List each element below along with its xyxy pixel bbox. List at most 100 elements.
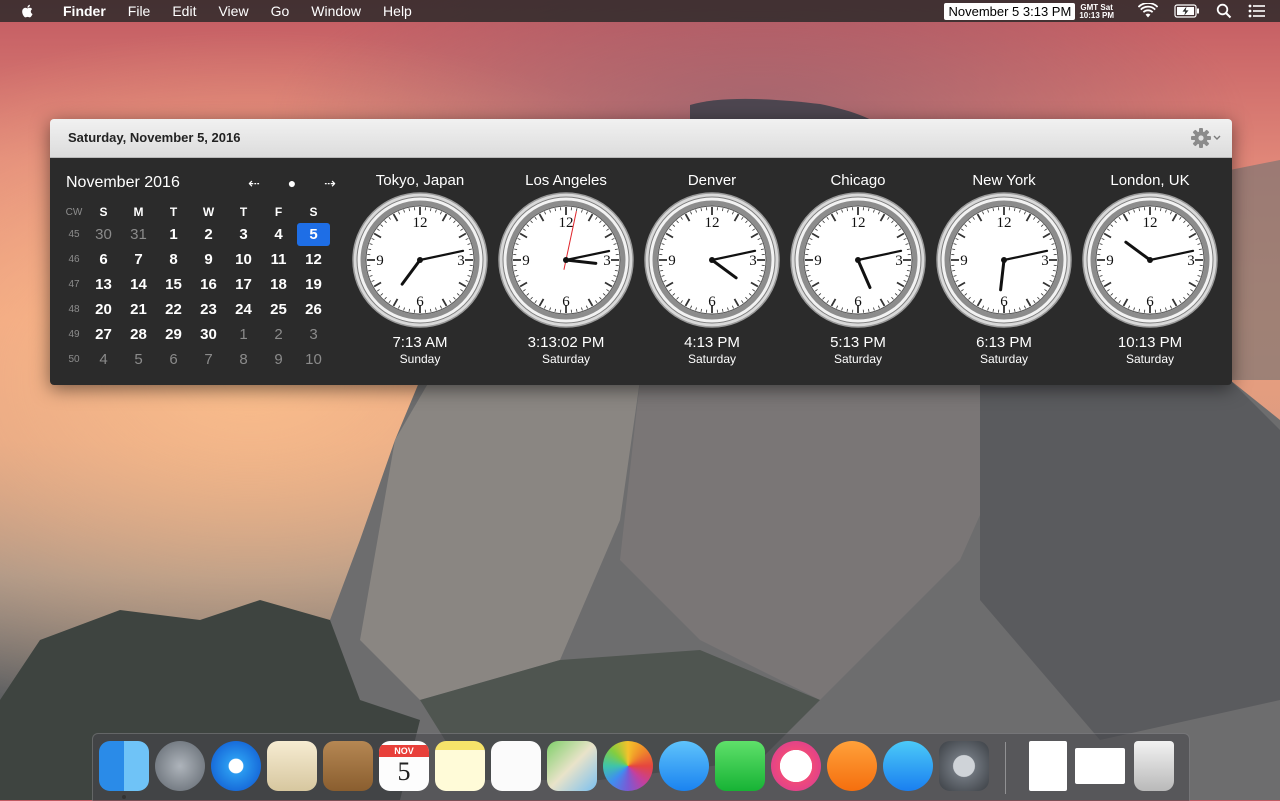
gmt-time: 10:13 PM — [1079, 12, 1114, 20]
clock-numeral: 3 — [895, 253, 903, 269]
calendar-day[interactable]: 15 — [156, 272, 191, 297]
clock-numeral: 9 — [668, 253, 676, 269]
clock-numeral: 9 — [814, 253, 822, 269]
photos-icon[interactable] — [603, 741, 653, 791]
calendar-day[interactable]: 9 — [191, 247, 226, 272]
calendar-day[interactable]: 1 — [156, 222, 191, 247]
launchpad-icon[interactable] — [155, 741, 205, 791]
calendar-day[interactable]: 21 — [121, 297, 156, 322]
calendar-day[interactable]: 10 — [226, 247, 261, 272]
messages-icon[interactable] — [659, 741, 709, 791]
calendar-day[interactable]: 30 — [86, 222, 121, 247]
calendar-today-button[interactable]: ● — [280, 175, 304, 192]
calendar-day[interactable]: 16 — [191, 272, 226, 297]
world-clock[interactable]: Tokyo, Japan123697:13 AMSunday — [347, 172, 493, 366]
calendar-day[interactable]: 17 — [226, 272, 261, 297]
menubar-date-time[interactable]: November 5 3:13 PM — [944, 3, 1075, 20]
calendar-day[interactable]: 5 — [121, 347, 156, 372]
calendar-week-number: 48 — [62, 297, 86, 322]
battery-icon[interactable] — [1174, 4, 1200, 18]
world-clock[interactable]: Denver123694:13 PMSaturday — [639, 172, 785, 366]
menubar-gmt-clock[interactable]: GMT Sat 10:13 PM — [1079, 4, 1114, 20]
calendar-day[interactable]: 10 — [296, 347, 331, 372]
calendar-day[interactable]: 13 — [86, 272, 121, 297]
facetime-icon[interactable] — [715, 741, 765, 791]
calendar-day[interactable]: 7 — [191, 347, 226, 372]
calendar-day[interactable]: 29 — [156, 322, 191, 347]
calendar-day[interactable]: 12 — [296, 247, 331, 272]
calendar-day[interactable]: 2 — [261, 322, 296, 347]
app-store-icon[interactable] — [883, 741, 933, 791]
calendar-day[interactable]: 25 — [261, 297, 296, 322]
itunes-icon[interactable] — [771, 741, 821, 791]
calendar-day[interactable]: 3 — [296, 322, 331, 347]
panel-body: November 2016 ⇠ ● ⇢ CW S M T W T F S — [50, 158, 1232, 385]
world-clock[interactable]: Chicago123695:13 PMSaturday — [785, 172, 931, 366]
menu-help[interactable]: Help — [372, 0, 423, 22]
calendar-day[interactable]: 2 — [191, 222, 226, 247]
calendar-icon[interactable]: NOV5 — [379, 741, 429, 791]
world-clock[interactable]: Los Angeles123693:13:02 PMSaturday — [493, 172, 639, 366]
reminders-icon[interactable] — [491, 741, 541, 791]
calendar-day[interactable]: 14 — [121, 272, 156, 297]
calendar-day[interactable]: 1 — [226, 322, 261, 347]
menu-edit[interactable]: Edit — [161, 0, 207, 22]
calendar-day[interactable]: 28 — [121, 322, 156, 347]
calendar-day[interactable]: 31 — [121, 222, 156, 247]
calendar-day[interactable]: 18 — [261, 272, 296, 297]
analog-clock-face: 12369 — [1082, 192, 1218, 328]
calendar-next-button[interactable]: ⇢ — [318, 175, 342, 192]
gear-icon — [1190, 127, 1222, 149]
spotlight-icon[interactable] — [1216, 3, 1232, 19]
calendar-day[interactable]: 6 — [86, 247, 121, 272]
dock: NOV5 — [92, 733, 1190, 801]
weekday-header: F — [261, 202, 296, 222]
calendar-day[interactable]: 4 — [261, 222, 296, 247]
clock-numeral: 9 — [1106, 253, 1114, 269]
calendar-day[interactable]: 19 — [296, 272, 331, 297]
menu-go[interactable]: Go — [260, 0, 301, 22]
clock-numeral: 9 — [960, 253, 968, 269]
panel-settings-button[interactable] — [1190, 127, 1222, 149]
calendar-day[interactable]: 23 — [191, 297, 226, 322]
calendar-day[interactable]: 8 — [226, 347, 261, 372]
safari-icon[interactable] — [211, 741, 261, 791]
calendar-day[interactable]: 4 — [86, 347, 121, 372]
contacts-icon[interactable] — [323, 741, 373, 791]
calendar-day[interactable]: 27 — [86, 322, 121, 347]
calendar-day[interactable]: 3 — [226, 222, 261, 247]
ibooks-icon[interactable] — [827, 741, 877, 791]
calendar-day[interactable]: 7 — [121, 247, 156, 272]
notification-center-icon[interactable] — [1248, 4, 1266, 18]
calendar-day[interactable]: 24 — [226, 297, 261, 322]
calendar-day[interactable]: 26 — [296, 297, 331, 322]
menu-window[interactable]: Window — [300, 0, 372, 22]
menu-view[interactable]: View — [207, 0, 259, 22]
wifi-icon[interactable] — [1138, 3, 1158, 19]
world-clock[interactable]: New York123696:13 PMSaturday — [931, 172, 1077, 366]
world-clock[interactable]: London, UK1236910:13 PMSaturday — [1077, 172, 1223, 366]
analog-clock-face: 12369 — [352, 192, 488, 328]
document-icon[interactable] — [1029, 741, 1067, 791]
calendar-day[interactable]: 20 — [86, 297, 121, 322]
calendar-day[interactable]: 22 — [156, 297, 191, 322]
apple-icon[interactable] — [18, 3, 38, 19]
menu-app-finder[interactable]: Finder — [52, 0, 117, 22]
calendar-day[interactable]: 11 — [261, 247, 296, 272]
calendar-day[interactable]: 30 — [191, 322, 226, 347]
notes-icon[interactable] — [435, 741, 485, 791]
screenshot-icon[interactable] — [1075, 748, 1125, 784]
calendar-day[interactable]: 8 — [156, 247, 191, 272]
analog-clock-face: 12369 — [498, 192, 634, 328]
menu-file[interactable]: File — [117, 0, 162, 22]
calendar-day[interactable]: 9 — [261, 347, 296, 372]
maps-icon[interactable] — [547, 741, 597, 791]
calendar-day[interactable]: 6 — [156, 347, 191, 372]
clock-numeral: 9 — [522, 253, 530, 269]
trash-icon[interactable] — [1134, 741, 1174, 791]
system-preferences-icon[interactable] — [939, 741, 989, 791]
mail-icon[interactable] — [267, 741, 317, 791]
calendar-day-today[interactable]: 5 — [296, 222, 331, 247]
calendar-prev-button[interactable]: ⇠ — [242, 175, 266, 192]
finder-icon[interactable] — [99, 741, 149, 791]
